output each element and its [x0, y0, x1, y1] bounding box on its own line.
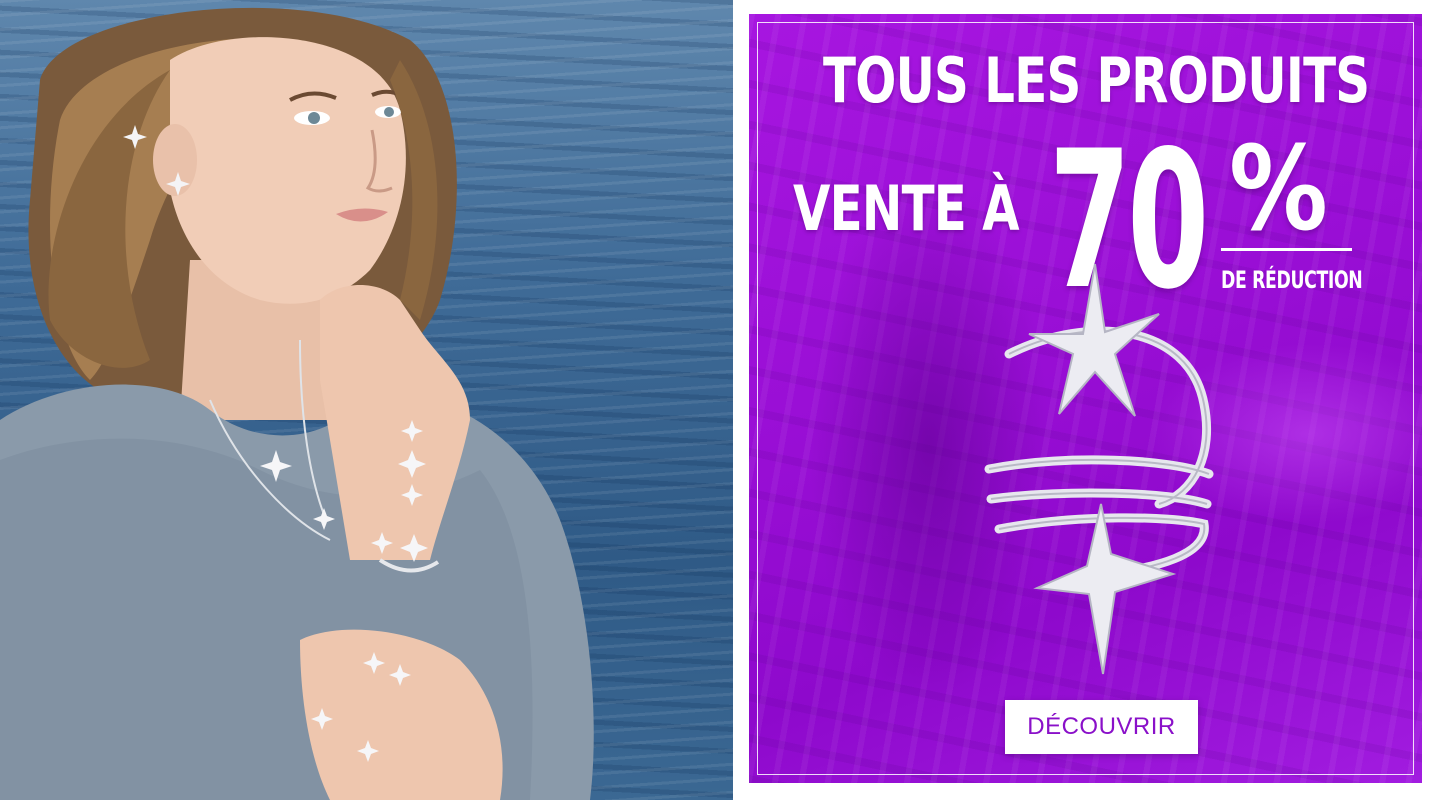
model-illustration [0, 7, 594, 800]
hero-photo [0, 0, 733, 800]
star-ring-icon [984, 263, 1214, 675]
discover-button[interactable]: DÉCOUVRIR [1005, 700, 1198, 754]
promo-banner[interactable]: TOUS LES PRODUITS VENTE À 70 % DE RÉDUCT… [749, 14, 1422, 783]
discount-suffix: DE RÉDUCTION [1221, 266, 1363, 294]
promo-headline: TOUS LES PRODUITS [823, 44, 1370, 117]
discount-divider [1221, 248, 1352, 251]
percent-sign: % [1229, 122, 1328, 257]
sale-prefix: VENTE À [793, 172, 1020, 245]
